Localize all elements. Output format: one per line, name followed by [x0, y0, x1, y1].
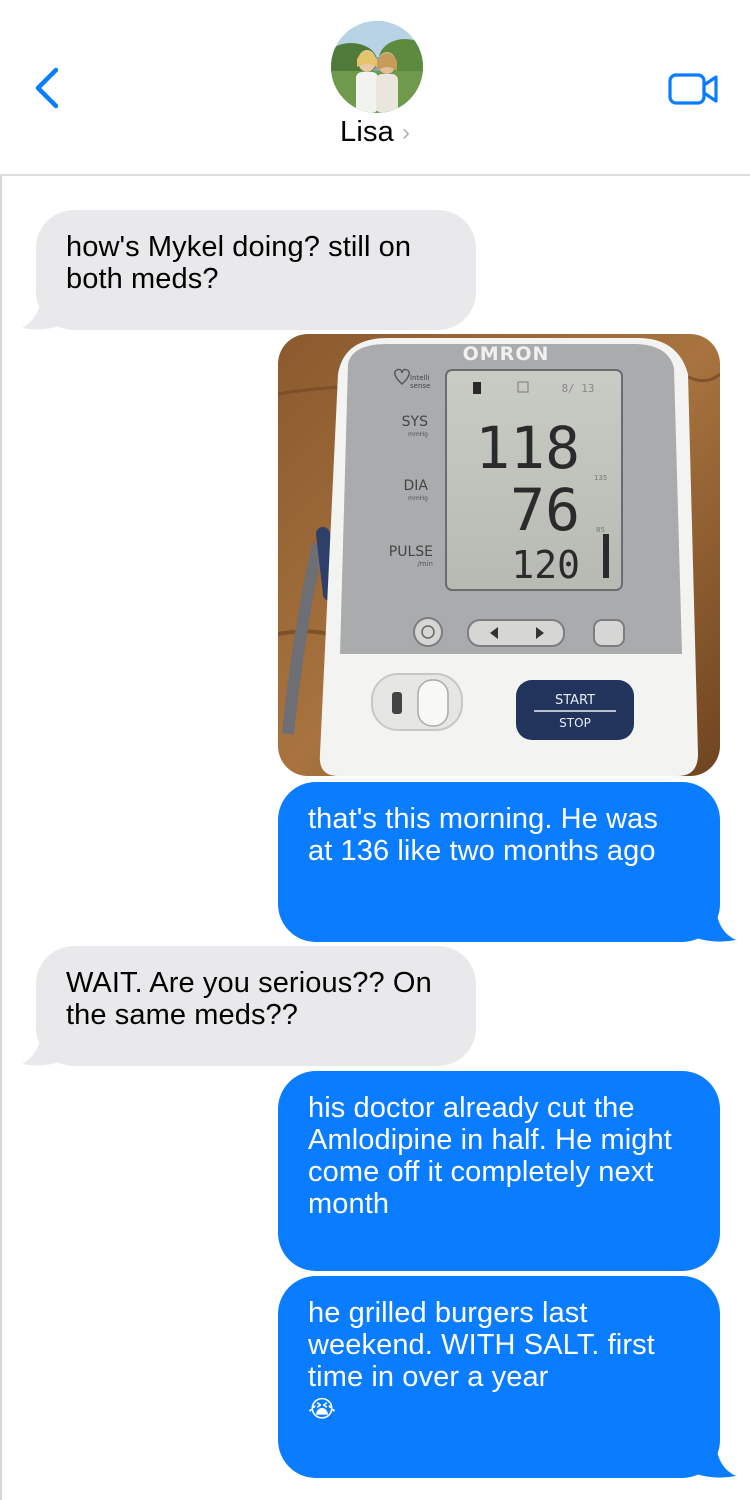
bubble-tail-outgoing — [696, 1444, 736, 1478]
svg-text:135: 135 — [594, 474, 607, 482]
conversation-header: Lisa › — [0, 0, 750, 176]
svg-text:mmHg: mmHg — [408, 431, 428, 438]
bubble-tail-incoming — [22, 1032, 60, 1066]
message-text: he grilled burgers last weekend. WITH SA… — [308, 1297, 655, 1393]
facetime-video-button[interactable] — [668, 72, 720, 106]
left-edge-line — [0, 98, 2, 1500]
message-bubble-outgoing[interactable]: he grilled burgers last weekend. WITH SA… — [278, 1276, 720, 1478]
sys-label: SYS — [402, 414, 428, 430]
message-bubble-outgoing[interactable]: his doctor already cut the Amlodipine in… — [278, 1071, 720, 1271]
pulse-label: PULSE — [389, 544, 433, 560]
message-text: WAIT. Are you serious?? On the same meds… — [66, 967, 432, 1031]
lcd-pulse-value: 120 — [511, 543, 580, 587]
avatar-photo — [331, 21, 423, 113]
contact-name: Lisa — [340, 116, 394, 148]
svg-text:mmHg: mmHg — [408, 495, 428, 502]
lcd-dia-value: 76 — [510, 476, 580, 544]
message-text: how's Mykel doing? still on both meds? — [66, 231, 412, 295]
contact-name-row[interactable]: Lisa › — [0, 116, 750, 149]
lcd-sys-value: 118 — [475, 414, 580, 482]
bubble-tail-incoming — [22, 296, 60, 330]
stop-label: STOP — [559, 716, 591, 730]
svg-text:Intelli: Intelli — [410, 374, 429, 382]
back-button[interactable] — [30, 66, 64, 110]
message-bubble-incoming[interactable]: WAIT. Are you serious?? On the same meds… — [36, 946, 476, 1066]
message-text: his doctor already cut the Amlodipine in… — [308, 1092, 672, 1220]
chevron-right-icon: › — [402, 119, 410, 146]
monitor-brand: OMRON — [463, 343, 550, 365]
chevron-left-icon — [35, 67, 59, 109]
svg-text:85: 85 — [596, 526, 605, 534]
dia-label: DIA — [404, 478, 429, 494]
bubble-tail-outgoing — [696, 908, 736, 942]
avatar[interactable] — [331, 21, 423, 113]
lcd-date: 8/ 13 — [561, 382, 594, 395]
message-bubble-outgoing[interactable]: that's this morning. He was at 136 like … — [278, 782, 720, 942]
svg-text:sense: sense — [410, 382, 430, 390]
blood-pressure-monitor-image: OMRON Intelli sense SYS mmHg DIA mmHg PU… — [278, 334, 720, 776]
message-bubble-incoming[interactable]: how's Mykel doing? still on both meds? — [36, 210, 476, 330]
svg-text:/min: /min — [417, 560, 433, 568]
video-camera-icon — [668, 73, 718, 105]
crying-face-emoji: 😭 — [308, 1396, 337, 1423]
message-image-blood-pressure-monitor[interactable]: OMRON Intelli sense SYS mmHg DIA mmHg PU… — [278, 334, 720, 776]
start-label: START — [555, 693, 595, 708]
message-text: that's this morning. He was at 136 like … — [308, 803, 658, 867]
